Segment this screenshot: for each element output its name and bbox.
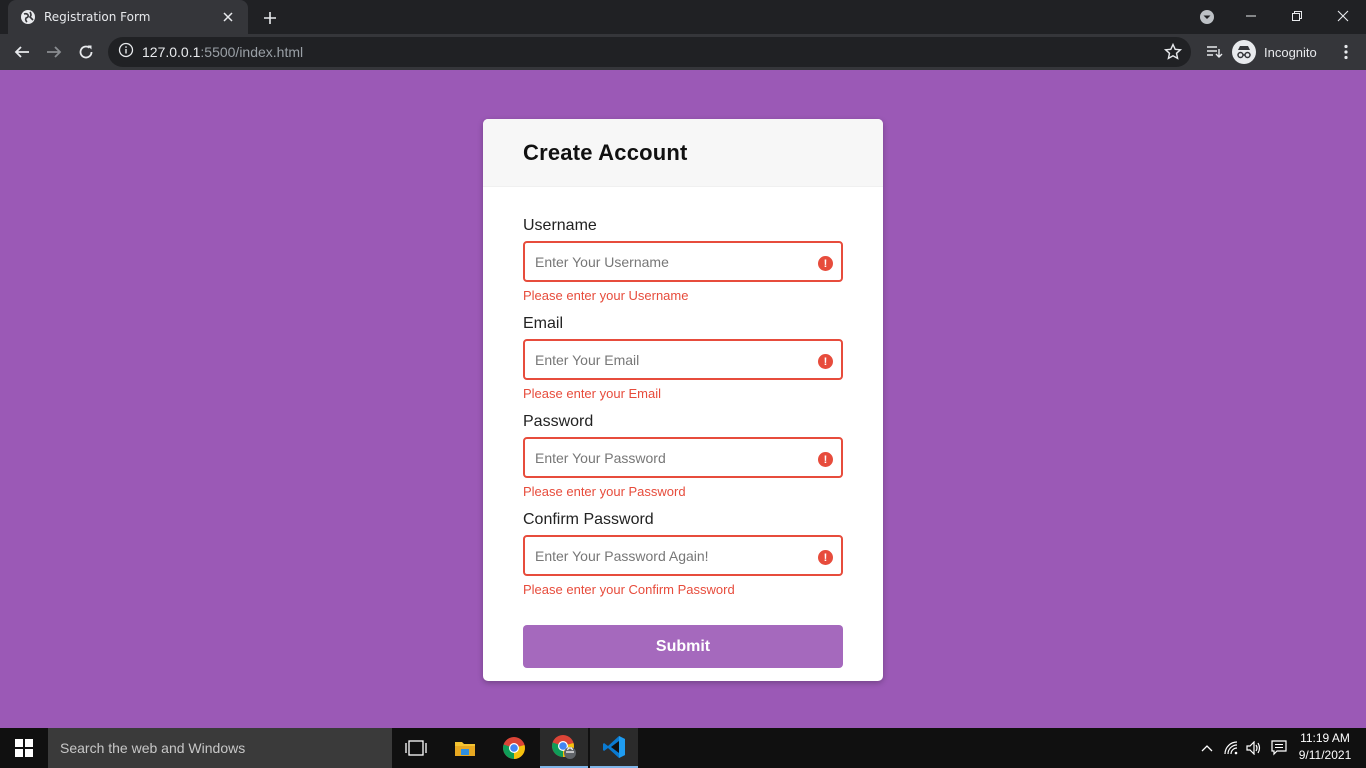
info-icon[interactable]: [118, 42, 134, 62]
windows-start-icon[interactable]: [0, 728, 48, 768]
page-viewport: Create Account Username ! Please enter y…: [0, 70, 1366, 728]
chrome-incognito-icon[interactable]: [540, 728, 588, 768]
username-label: Username: [523, 217, 597, 234]
registration-card: Create Account Username ! Please enter y…: [483, 119, 883, 681]
incognito-profile-button[interactable]: Incognito: [1232, 38, 1317, 66]
page-title: Create Account: [523, 139, 688, 165]
browser-tab[interactable]: Registration Form: [8, 0, 248, 34]
registration-form: Username ! Please enter your Username Em…: [483, 187, 883, 668]
globe-icon: [20, 9, 36, 25]
url-text: 127.0.0.1:5500/index.html: [142, 44, 303, 60]
file-explorer-icon[interactable]: [441, 728, 489, 768]
reading-list-icon[interactable]: [1200, 38, 1228, 66]
email-input[interactable]: [523, 339, 843, 380]
error-icon: !: [818, 550, 833, 565]
taskbar-search-box[interactable]: Search the web and Windows: [48, 728, 392, 768]
tray-chevron-up-icon[interactable]: [1196, 728, 1218, 768]
bookmark-star-icon[interactable]: [1163, 42, 1183, 62]
task-view-icon[interactable]: [392, 728, 440, 768]
windows-taskbar: Search the web and Windows 11:19 AM 9/11…: [0, 728, 1366, 768]
browser-tabstrip: Registration Form: [0, 0, 1366, 34]
chrome-icon[interactable]: [490, 728, 538, 768]
confirm-password-error-message: Please enter your Confirm Password: [523, 582, 735, 597]
email-label: Email: [523, 315, 564, 332]
new-tab-icon[interactable]: [258, 6, 282, 30]
vscode-icon[interactable]: [590, 728, 638, 768]
username-error-message: Please enter your Username: [523, 288, 689, 303]
back-icon[interactable]: [8, 38, 36, 66]
tab-close-icon[interactable]: [218, 7, 238, 27]
password-field-group: Password ! Please enter your Password: [523, 413, 843, 500]
password-input[interactable]: [523, 437, 843, 478]
clock-date: 9/11/2021: [1298, 748, 1352, 762]
wifi-icon[interactable]: [1220, 728, 1242, 768]
password-error-message: Please enter your Password: [523, 484, 686, 499]
incognito-label: Incognito: [1264, 44, 1317, 60]
minimize-icon[interactable]: [1228, 0, 1274, 32]
forward-icon[interactable]: [40, 38, 68, 66]
reload-icon[interactable]: [72, 38, 100, 66]
volume-icon[interactable]: [1243, 728, 1265, 768]
card-header: Create Account: [483, 119, 883, 187]
confirm-password-field-group: Confirm Password ! Please enter your Con…: [523, 511, 843, 598]
taskbar-clock[interactable]: 11:19 AM 9/11/2021: [1290, 730, 1360, 764]
email-field-group: Email ! Please enter your Email: [523, 315, 843, 402]
username-input[interactable]: [523, 241, 843, 282]
confirm-password-input[interactable]: [523, 535, 843, 576]
tab-title: Registration Form: [44, 10, 151, 24]
email-error-message: Please enter your Email: [523, 386, 662, 401]
url-host: 127.0.0.1: [142, 44, 201, 60]
url-path: :5500/index.html: [200, 44, 304, 60]
error-icon: !: [818, 256, 833, 271]
username-field-group: Username ! Please enter your Username: [523, 217, 843, 304]
taskbar-search-placeholder: Search the web and Windows: [60, 740, 246, 756]
submit-button[interactable]: Submit: [523, 625, 843, 668]
tab-search-icon[interactable]: [1198, 8, 1216, 26]
error-icon: !: [818, 452, 833, 467]
close-window-icon[interactable]: [1320, 0, 1366, 32]
action-center-icon[interactable]: [1267, 728, 1291, 768]
address-bar[interactable]: 127.0.0.1:5500/index.html: [108, 37, 1191, 67]
menu-kebab-icon[interactable]: [1332, 38, 1360, 66]
error-icon: !: [818, 354, 833, 369]
clock-time: 11:19 AM: [1300, 731, 1350, 745]
browser-toolbar: 127.0.0.1:5500/index.html Incognito: [0, 34, 1366, 70]
restore-icon[interactable]: [1274, 0, 1320, 32]
incognito-icon: [1232, 40, 1256, 64]
confirm-password-label: Confirm Password: [523, 511, 654, 528]
password-label: Password: [523, 413, 594, 430]
